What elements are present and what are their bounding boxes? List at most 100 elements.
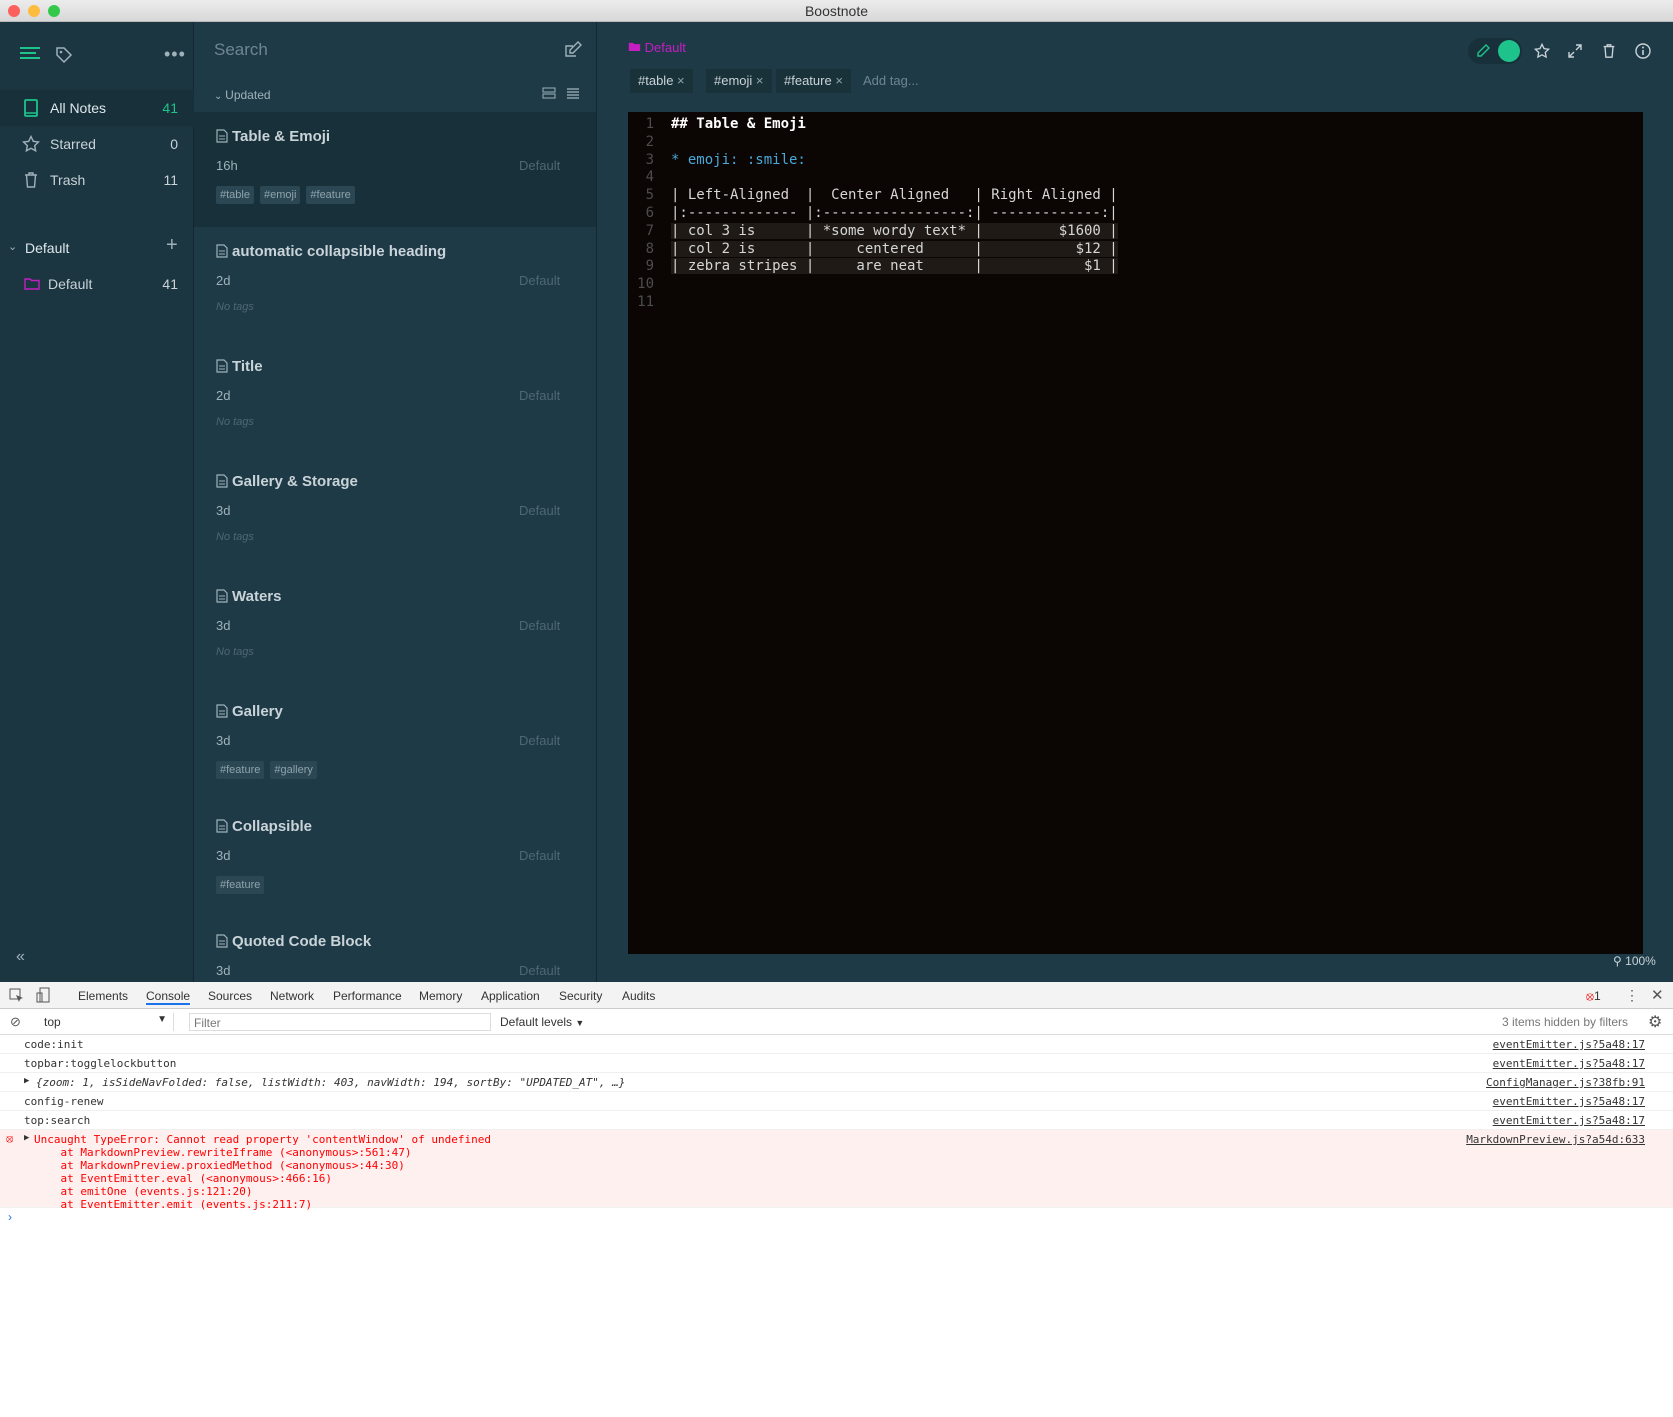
- note-item[interactable]: Title 2d Default No tags: [194, 342, 596, 457]
- side-nav: ••• All Notes 41 Starred 0 Trash 11 ⌄ De…: [0, 22, 194, 982]
- note-tag[interactable]: #gallery: [270, 761, 317, 779]
- nav-all-notes[interactable]: All Notes 41: [0, 90, 194, 126]
- document-icon: [216, 704, 228, 718]
- devtools-tab-console[interactable]: Console: [146, 989, 191, 1005]
- devtools-tab-audits[interactable]: Audits: [622, 989, 655, 1003]
- note-time: 3d: [216, 733, 231, 748]
- folder-item-default[interactable]: Default 41: [0, 266, 194, 302]
- note-item[interactable]: Gallery & Storage 3d Default No tags: [194, 457, 596, 572]
- line-text: | col 2 is | centered | $12 |: [671, 240, 1118, 257]
- fullscreen-icon[interactable]: [1567, 43, 1583, 59]
- note-folder: Default: [519, 388, 561, 403]
- note-tag[interactable]: #feature: [216, 761, 265, 779]
- close-icon[interactable]: ×: [756, 73, 764, 88]
- close-icon[interactable]: ×: [677, 73, 685, 88]
- list-layout-icon[interactable]: [542, 86, 556, 100]
- filter-placeholder: Filter: [194, 1016, 221, 1030]
- expand-arrow-icon[interactable]: ▶: [24, 1133, 29, 1143]
- note-folder: Default: [519, 848, 561, 863]
- note-item[interactable]: Collapsible 3d Default #feature: [194, 802, 596, 917]
- new-note-icon[interactable]: [564, 41, 582, 59]
- note-tag[interactable]: #feature: [306, 186, 355, 204]
- nav-trash[interactable]: Trash 11: [0, 162, 194, 198]
- note-tag[interactable]: #table: [216, 186, 254, 204]
- star-icon[interactable]: [1534, 43, 1550, 59]
- devtools-tab-application[interactable]: Application: [481, 989, 540, 1003]
- note-tags: No tags: [216, 301, 254, 313]
- editor-line: 4: [628, 169, 1643, 188]
- log-source-link[interactable]: eventEmitter.js?5a48:17: [1493, 1095, 1645, 1108]
- line-text: * emoji: :smile:: [671, 151, 806, 168]
- add-tag-input[interactable]: Add tag...: [863, 73, 919, 88]
- app-window: ••• All Notes 41 Starred 0 Trash 11 ⌄ De…: [0, 22, 1673, 982]
- context-select[interactable]: top ▼: [36, 1013, 174, 1031]
- note-time: 16h: [216, 158, 238, 173]
- add-folder-button[interactable]: +: [166, 234, 178, 257]
- document-icon: [216, 474, 228, 488]
- log-source-link[interactable]: eventEmitter.js?5a48:17: [1493, 1114, 1645, 1127]
- note-item[interactable]: Waters 3d Default No tags: [194, 572, 596, 687]
- settings-gear-icon[interactable]: ⚙: [1648, 1012, 1662, 1032]
- tag-icon[interactable]: [55, 46, 73, 64]
- editor-line: 10: [628, 276, 1643, 295]
- close-icon[interactable]: ×: [835, 73, 843, 88]
- code-editor[interactable]: 1 ## Table & Emoji 2 3 * emoji: :smile: 4 5 | L…: [628, 112, 1643, 954]
- devtools-tab-performance[interactable]: Performance: [333, 989, 402, 1003]
- tag-pill[interactable]: #feature ×: [776, 69, 851, 93]
- sort-dropdown[interactable]: ⌄ Updated: [214, 88, 271, 102]
- devtools-tabs: Elements Console Sources Network Performance…: [0, 982, 1673, 1009]
- tag-pill[interactable]: #table ×: [630, 69, 693, 93]
- log-source-link[interactable]: eventEmitter.js?5a48:17: [1493, 1038, 1645, 1051]
- devtools-tab-memory[interactable]: Memory: [419, 989, 462, 1003]
- note-tag[interactable]: #emoji: [259, 186, 301, 204]
- devtools-tab-elements[interactable]: Elements: [78, 989, 128, 1003]
- log-levels-select[interactable]: Default levels ▼: [500, 1015, 584, 1029]
- note-item[interactable]: Quoted Code Block3dDefaultNo tags: [194, 917, 596, 982]
- close-devtools-icon[interactable]: ✕: [1651, 986, 1664, 1004]
- chevron-down-icon[interactable]: ⌄: [8, 240, 17, 253]
- note-tag[interactable]: #feature: [216, 876, 265, 894]
- console-prompt[interactable]: ›: [8, 1210, 12, 1224]
- note-item[interactable]: automatic collapsible heading 2d Default No…: [194, 227, 596, 342]
- note-title: automatic collapsible heading: [232, 243, 447, 260]
- info-icon[interactable]: [1635, 43, 1651, 59]
- clear-console-icon[interactable]: ⊘: [10, 1014, 21, 1030]
- menu-icon[interactable]: [20, 46, 40, 62]
- compact-layout-icon[interactable]: [566, 86, 580, 100]
- search-input[interactable]: Search: [214, 40, 268, 60]
- error-source-link[interactable]: MarkdownPreview.js?a54d:633: [1466, 1133, 1645, 1146]
- trash-icon[interactable]: [1601, 43, 1617, 59]
- note-item[interactable]: Table & Emoji 16h Default #table #emoji #feat…: [194, 112, 596, 227]
- console-filter-input[interactable]: Filter: [189, 1013, 491, 1031]
- device-toolbar-icon[interactable]: [36, 987, 51, 1003]
- note-tags: #feature #gallery: [216, 761, 323, 779]
- expand-arrow-icon[interactable]: ▶: [24, 1076, 29, 1086]
- editor-line: 5 | Left-Aligned | Center Aligned | Right…: [628, 187, 1643, 206]
- sort-label: Updated: [225, 88, 271, 102]
- error-message: Uncaught TypeError: Cannot read property…: [34, 1133, 491, 1211]
- nav-starred[interactable]: Starred 0: [0, 126, 194, 162]
- note-folder: Default: [519, 733, 561, 748]
- zoom-indicator[interactable]: ⚲ 100%: [1613, 954, 1656, 968]
- folder-breadcrumb[interactable]: Default: [628, 40, 686, 55]
- collapse-sidebar-icon[interactable]: «: [16, 948, 25, 966]
- log-source-link[interactable]: ConfigManager.js?38fb:91: [1486, 1076, 1645, 1089]
- devtools-tab-security[interactable]: Security: [559, 989, 602, 1003]
- log-source-link[interactable]: eventEmitter.js?5a48:17: [1493, 1057, 1645, 1070]
- note-time: 2d: [216, 388, 231, 403]
- devtools-tab-sources[interactable]: Sources: [208, 989, 252, 1003]
- line-number: 4: [645, 169, 654, 186]
- folder-label: Default: [48, 276, 93, 292]
- storage-header[interactable]: ⌄ Default +: [0, 230, 194, 266]
- more-icon[interactable]: •••: [164, 44, 186, 65]
- devtools-tab-network[interactable]: Network: [270, 989, 314, 1003]
- mode-toggle[interactable]: [1468, 38, 1522, 64]
- error-count-badge[interactable]: ⦻1: [1586, 989, 1601, 1004]
- note-tags: No tags: [216, 416, 254, 428]
- note-item[interactable]: Gallery 3d Default #feature #gallery: [194, 687, 596, 802]
- devtools-menu-icon[interactable]: ⋮: [1625, 987, 1639, 1004]
- trash-icon: [25, 172, 37, 188]
- zoom-icon: ⚲: [1613, 954, 1622, 968]
- tag-pill[interactable]: #emoji ×: [706, 69, 772, 93]
- inspect-icon[interactable]: [9, 988, 24, 1003]
